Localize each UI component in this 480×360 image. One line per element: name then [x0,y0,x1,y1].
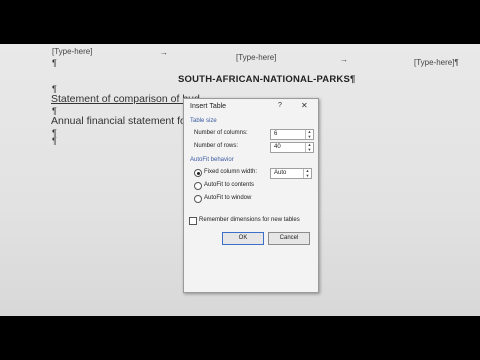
rows-label: Number of rows: [194,143,239,149]
paragraph-mark: ¶ [52,58,57,68]
rows-value: 40 [274,144,281,150]
insert-table-dialog: Insert Table ? ✕ Table size Number of co… [183,98,319,293]
autofit-window-radio[interactable] [194,195,202,203]
cancel-button[interactable]: Cancel [268,232,310,245]
header-center[interactable]: [Type-here] [236,53,276,62]
remember-dimensions-checkbox[interactable] [189,217,197,225]
spinner-arrows-icon[interactable]: ▲ ▼ [305,142,313,152]
ok-button[interactable]: OK [222,232,264,245]
autofit-section-label: AutoFit behavior [190,157,234,163]
document-title[interactable]: SOUTH-AFRICAN-NATIONAL-PARKS¶ [178,74,356,85]
screen: [Type-here] → [Type-here] → [Type-here]¶… [0,44,480,316]
columns-label: Number of columns: [194,130,248,136]
rows-spinner[interactable]: 40 ▲ ▼ [270,142,314,153]
autofit-contents-radio[interactable] [194,182,202,190]
statement-line[interactable]: Statement of comparison of bud [51,93,200,105]
columns-spinner[interactable]: 6 ▲ ▼ [270,129,314,140]
fixed-width-select[interactable]: Auto ▲ ▼ [270,168,312,179]
spinner-arrows-icon[interactable]: ▲ ▼ [305,129,313,139]
paragraph-mark: ¶ [52,136,57,146]
autofit-contents-label: AutoFit to contents [204,182,255,188]
tab-arrow: → [160,48,168,57]
spinner-arrows-icon[interactable]: ▲ ▼ [303,168,311,178]
dialog-title: Insert Table [190,103,227,110]
autofit-window-label: AutoFit to window [204,195,252,201]
fixed-width-label: Fixed column width: [204,169,258,175]
help-icon[interactable]: ? [278,102,282,109]
columns-value: 6 [274,131,278,137]
table-size-section-label: Table size [190,118,217,124]
annual-line[interactable]: Annual financial statement for th [51,115,201,127]
remember-dimensions-label: Remember dimensions for new tables [199,217,300,223]
header-left[interactable]: [Type-here] [52,47,92,56]
close-icon[interactable]: ✕ [301,101,308,110]
header-right[interactable]: [Type-here]¶ [414,58,459,67]
fixed-width-radio[interactable] [194,169,202,177]
fixed-width-value: Auto [274,170,287,176]
tab-arrow: → [340,55,348,64]
